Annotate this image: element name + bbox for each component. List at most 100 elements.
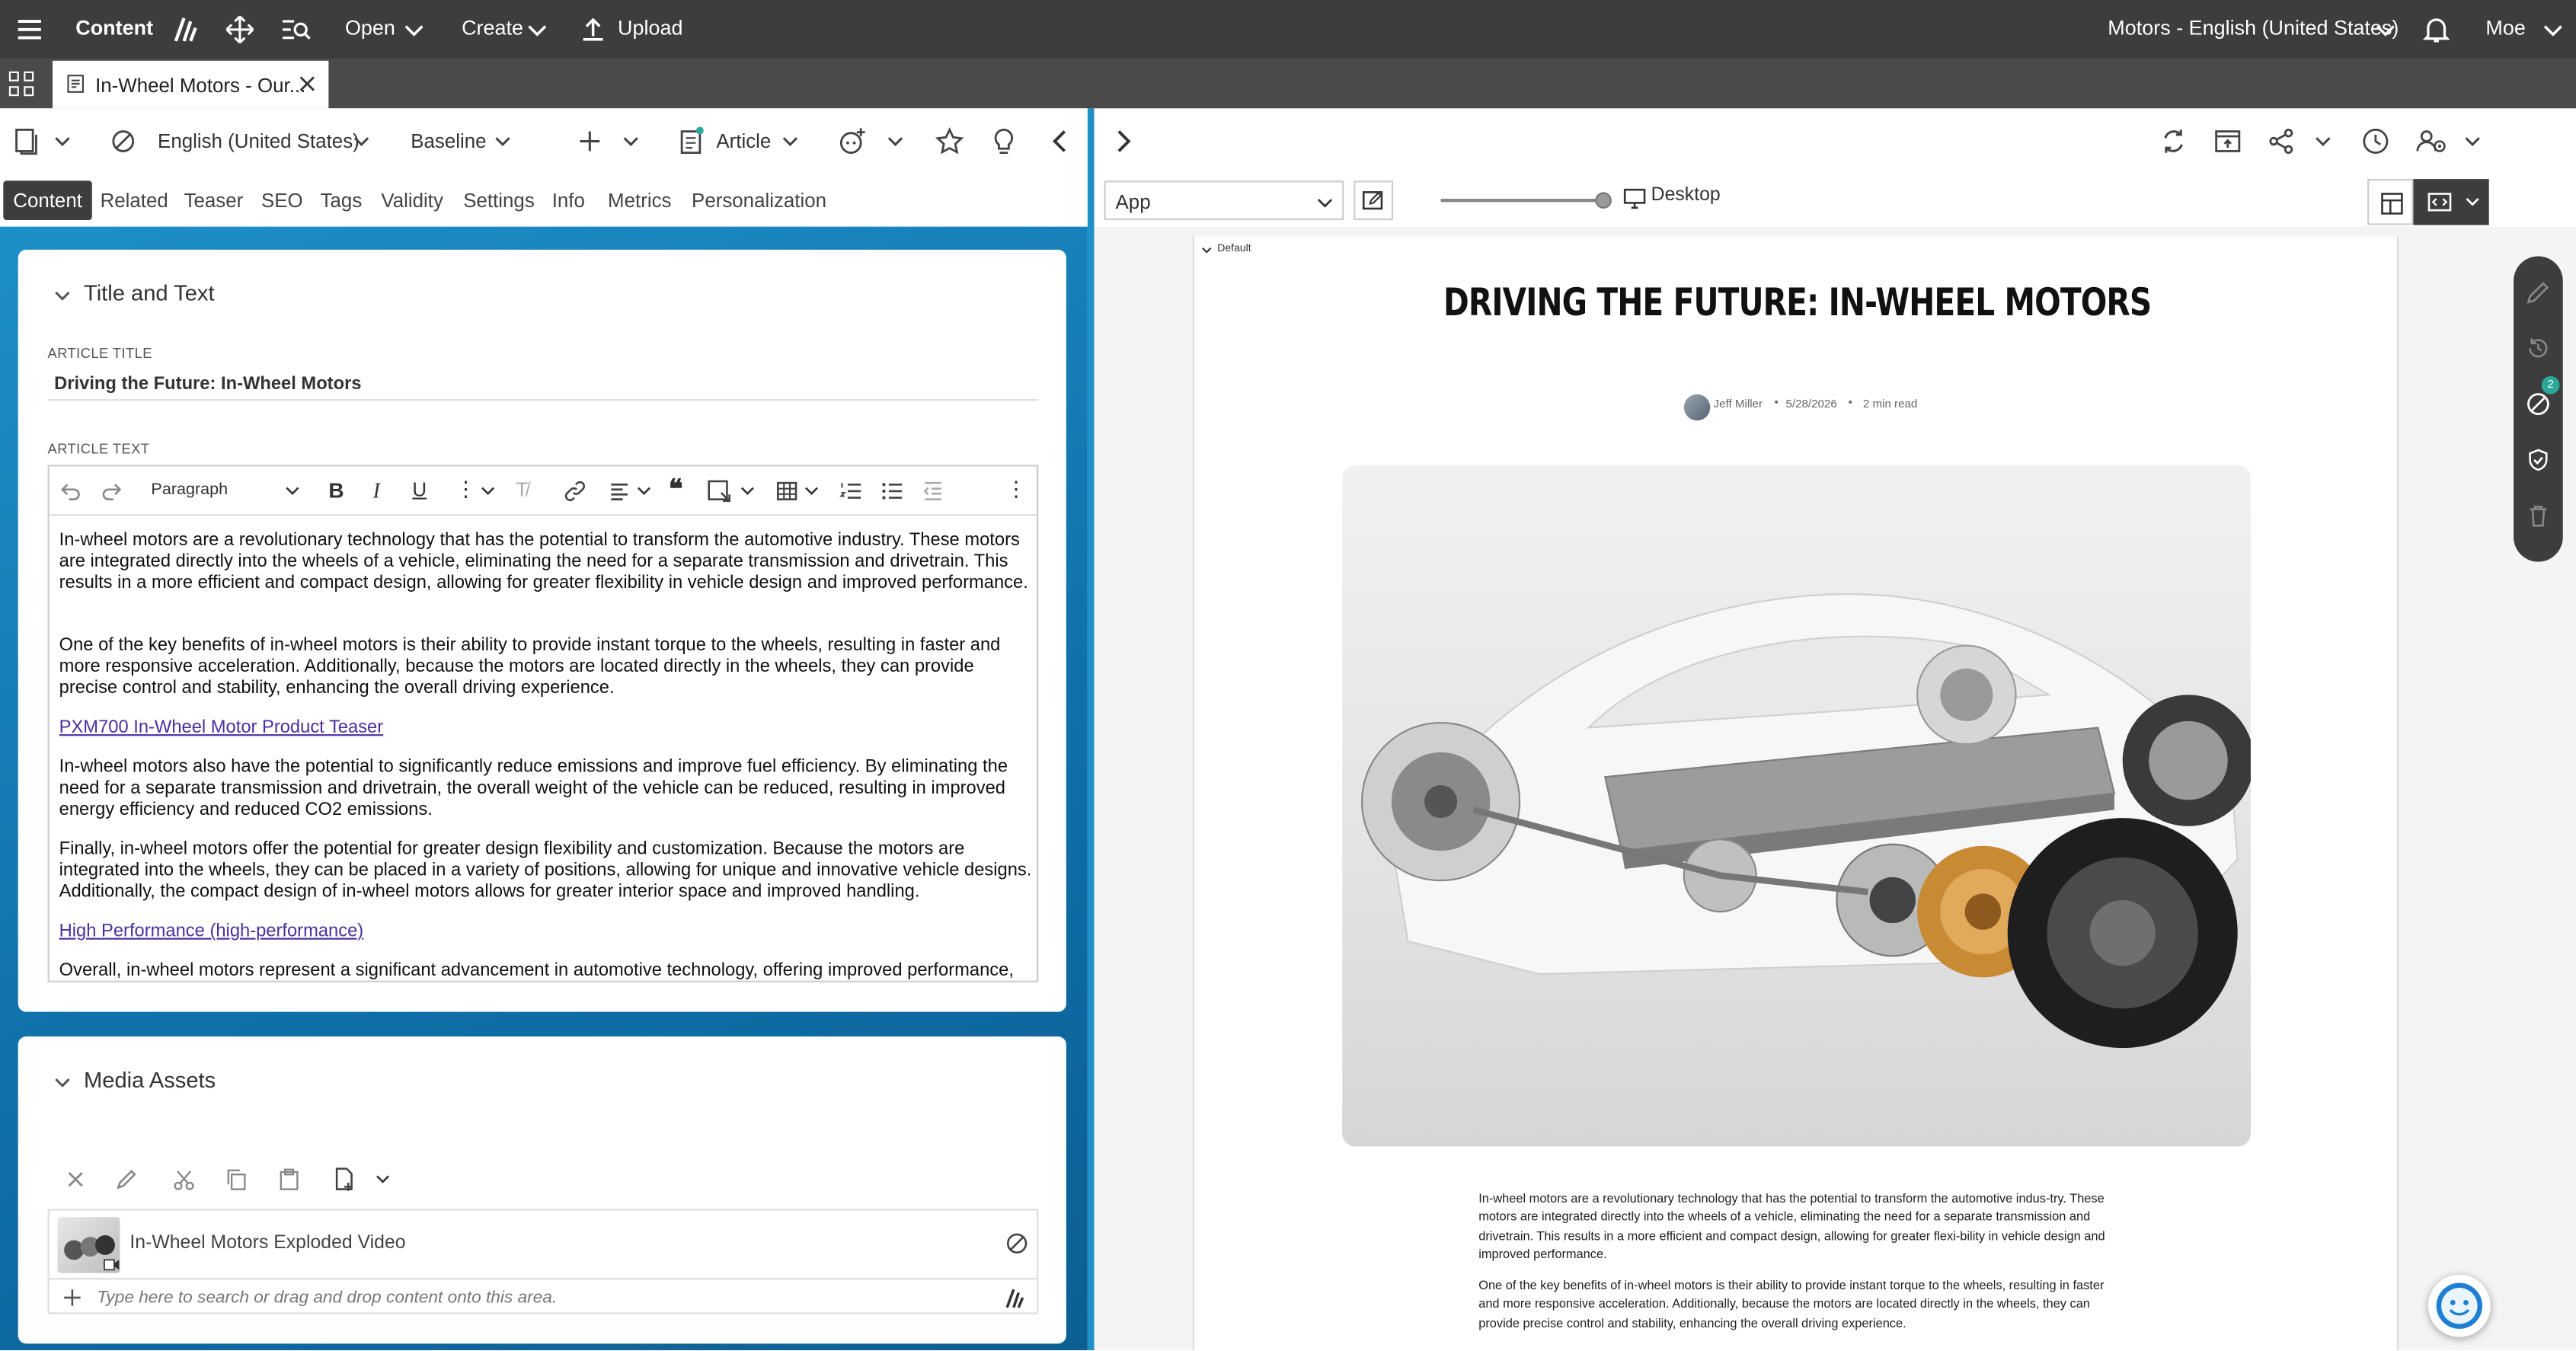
share-icon[interactable] (2268, 126, 2297, 156)
align-icon[interactable] (608, 480, 631, 503)
chevron-right-icon[interactable] (1111, 126, 1137, 156)
article-title-field[interactable]: Driving the Future: In-Wheel Motors (47, 368, 1039, 401)
clock-icon[interactable] (2360, 126, 2390, 156)
media-search-field[interactable]: Type here to search or drag and drop con… (47, 1278, 1039, 1314)
tab-related[interactable]: Related (101, 189, 168, 212)
locale-selector[interactable]: English (United States) (158, 129, 360, 152)
lightbulb-icon[interactable] (991, 126, 1018, 156)
chevron-down-icon[interactable] (53, 1072, 72, 1092)
preview-body-paragraph[interactable]: One of the key benefits of in-wheel moto… (1478, 1276, 2119, 1333)
section-media-assets[interactable]: Media Assets (84, 1068, 216, 1092)
history-icon[interactable] (2525, 335, 2552, 362)
approve-check-icon[interactable] (2525, 447, 2552, 474)
paste-icon[interactable] (278, 1168, 301, 1191)
layout-toggle-button[interactable] (2367, 179, 2414, 225)
rte-link-high-performance[interactable]: High Performance (high-performance) (59, 921, 364, 943)
chevron-down-icon[interactable] (284, 483, 301, 500)
remove-icon[interactable] (64, 1168, 87, 1191)
embed-media-icon[interactable] (706, 478, 733, 505)
user-menu[interactable]: Moe (2485, 17, 2525, 40)
preview-mode-button[interactable] (2413, 179, 2489, 225)
blockquote-icon[interactable]: ❝ (669, 473, 683, 506)
scissors-icon[interactable] (172, 1168, 195, 1191)
hero-image[interactable] (1342, 465, 2251, 1147)
brand-logo-icon[interactable] (169, 13, 202, 46)
redo-icon[interactable] (101, 480, 123, 503)
chevron-down-icon[interactable] (398, 13, 430, 46)
doc-type-selector[interactable]: Article (716, 129, 771, 152)
tab-content[interactable]: Content (3, 180, 92, 221)
open-menu[interactable]: Open (345, 17, 395, 40)
tab-in-wheel-motors[interactable]: In-Wheel Motors - Our... (53, 60, 329, 109)
move-arrows-icon[interactable] (223, 13, 256, 46)
open-in-tab-icon[interactable] (2213, 126, 2242, 156)
rte-paragraph[interactable]: Finally, in-wheel motors offer the poten… (59, 839, 1032, 903)
upload-button[interactable]: Upload (618, 17, 682, 40)
star-icon[interactable] (935, 126, 964, 156)
preview-body-paragraph[interactable]: In-wheel motors are a revolutionary tech… (1478, 1190, 2119, 1264)
workflow-selector[interactable]: Baseline (411, 129, 486, 152)
tab-metrics[interactable]: Metrics (608, 189, 671, 212)
locale-icon[interactable] (2525, 391, 2552, 417)
create-menu[interactable]: Create (462, 17, 523, 40)
rte-paragraph[interactable]: Overall, in-wheel motors represent a sig… (59, 961, 1032, 981)
edit-preview-button[interactable] (1354, 180, 1394, 221)
tab-personalization[interactable]: Personalization (692, 189, 826, 212)
underline-icon[interactable]: U (412, 478, 427, 501)
site-selector[interactable]: Motors - English (United States) (2108, 17, 2399, 40)
chevron-down-icon[interactable] (1201, 244, 1213, 256)
media-asset-title[interactable]: In-Wheel Motors Exploded Video (129, 1234, 405, 1254)
bold-icon[interactable]: B (328, 478, 344, 503)
link-icon[interactable] (564, 480, 586, 503)
chevron-down-icon[interactable] (521, 13, 554, 46)
preview-headline[interactable]: DRIVING THE FUTURE: IN-WHEEL MOTORS (1303, 283, 2292, 325)
bell-icon[interactable] (2420, 13, 2453, 46)
more-vertical-icon[interactable]: ⋮ (455, 477, 476, 503)
tab-validity[interactable]: Validity (381, 189, 443, 212)
bullet-list-icon[interactable] (881, 480, 903, 503)
ai-assist-icon[interactable] (838, 126, 868, 156)
upload-icon[interactable] (577, 13, 609, 46)
hamburger-menu-icon[interactable] (13, 13, 46, 46)
section-title-and-text[interactable]: Title and Text (84, 281, 215, 305)
chevron-down-icon[interactable] (53, 132, 72, 152)
tab-settings[interactable]: Settings (463, 189, 535, 212)
plus-icon[interactable] (62, 1288, 82, 1308)
tab-seo[interactable]: SEO (261, 189, 303, 212)
rte-paragraph[interactable]: In-wheel motors also have the potential … (59, 757, 1032, 821)
chevron-down-icon[interactable] (2369, 13, 2402, 46)
pane-splitter[interactable] (1087, 108, 1095, 1350)
channel-select[interactable]: App (1104, 180, 1344, 221)
zoom-slider-track[interactable] (1440, 198, 1602, 203)
chevron-down-icon[interactable] (375, 1171, 392, 1188)
paragraph-style-select[interactable]: Paragraph (151, 481, 228, 500)
search-list-icon[interactable] (280, 13, 312, 46)
chevron-down-icon[interactable] (2463, 132, 2482, 152)
chevron-down-icon[interactable] (493, 132, 513, 152)
zoom-slider-handle[interactable] (1595, 192, 1612, 209)
more-vertical-icon[interactable]: ⋮ (1005, 477, 1027, 503)
chevron-down-icon[interactable] (53, 286, 72, 305)
brand-logo-icon[interactable] (1002, 1286, 1025, 1309)
undo-icon[interactable] (59, 480, 82, 503)
app-name[interactable]: Content (75, 17, 153, 40)
chevron-down-icon[interactable] (352, 132, 372, 152)
chevron-down-icon[interactable] (804, 483, 820, 500)
sync-icon[interactable] (2159, 126, 2188, 156)
chevron-down-icon[interactable] (2313, 132, 2333, 152)
rte-paragraph[interactable]: One of the key benefits of in-wheel moto… (59, 636, 1032, 700)
chevron-down-icon[interactable] (636, 483, 653, 500)
chevron-left-icon[interactable] (1047, 126, 1073, 156)
chevron-down-icon[interactable] (2536, 13, 2569, 46)
apps-grid-icon[interactable] (8, 71, 35, 97)
chevron-down-icon[interactable] (740, 483, 756, 500)
chevron-down-icon[interactable] (781, 132, 801, 152)
outdent-icon[interactable] (922, 480, 944, 503)
tab-info[interactable]: Info (552, 189, 585, 212)
author-avatar[interactable] (1683, 394, 1711, 421)
assistant-chat-button[interactable] (2427, 1274, 2491, 1337)
rte-link-product-teaser[interactable]: PXM700 In-Wheel Motor Product Teaser (59, 718, 384, 739)
close-icon[interactable] (299, 75, 316, 92)
numbered-list-icon[interactable] (839, 480, 862, 503)
edit-pencil-icon[interactable] (115, 1168, 138, 1191)
